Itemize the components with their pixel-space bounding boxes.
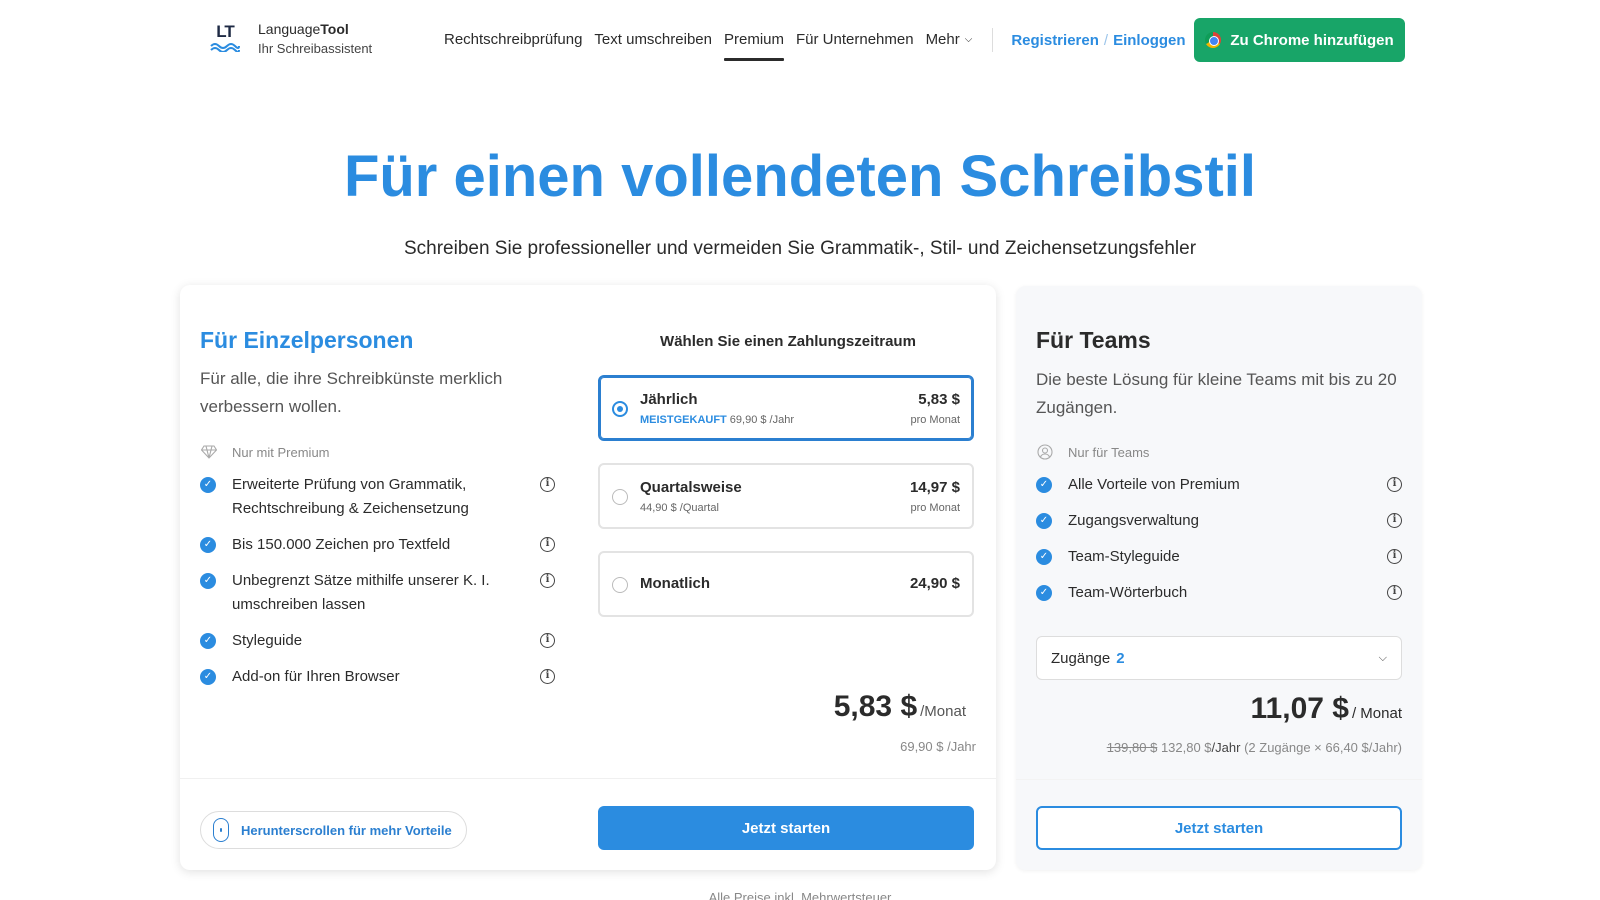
info-icon[interactable]: i: [540, 477, 555, 492]
info-icon[interactable]: i: [540, 633, 555, 648]
check-icon: ✓: [1036, 477, 1052, 493]
logo[interactable]: LT LanguageTool Ihr Schreibassistent: [210, 20, 372, 58]
premium-features-heading: Nur mit Premium: [200, 443, 330, 461]
chevron-down-icon: ⌵: [1378, 651, 1387, 664]
divider: [1016, 779, 1422, 780]
nav-more[interactable]: Mehr ⌵: [926, 28, 973, 52]
radio-unselected[interactable]: [612, 489, 628, 505]
info-icon[interactable]: i: [1387, 513, 1402, 528]
page-subtitle: Schreiben Sie professioneller und vermei…: [403, 238, 1197, 259]
diamond-icon: [200, 443, 218, 461]
info-icon[interactable]: i: [1387, 477, 1402, 492]
feature-item: ✓ Unbegrenzt Sätze mithilfe unserer K. I…: [200, 569, 555, 617]
check-icon: ✓: [200, 477, 216, 493]
start-button-individual[interactable]: Jetzt starten: [598, 806, 974, 850]
feature-item: ✓ Team-Styleguide i: [1036, 545, 1402, 569]
check-icon: ✓: [200, 669, 216, 685]
teams-price: 11,07 $ / Monat: [1250, 692, 1402, 725]
mouse-icon: [213, 818, 229, 842]
radio-selected[interactable]: [612, 401, 628, 417]
feature-item: ✓ Erweiterte Prüfung von Grammatik, Rech…: [200, 473, 555, 521]
divider: [180, 778, 996, 779]
check-icon: ✓: [200, 633, 216, 649]
bestseller-badge: MEISTGEKAUFT: [640, 414, 727, 426]
feature-item: ✓ Zugangsverwaltung i: [1036, 509, 1402, 533]
teams-price-breakdown: 139,80 $ 132,80 $/Jahr (2 Zugänge × 66,4…: [1106, 740, 1402, 755]
price-footnote: Alle Preise inkl. Mehrwertsteuer: [708, 890, 892, 900]
logo-icon: LT: [210, 23, 240, 55]
nav-spellcheck[interactable]: Rechtschreibprüfung: [444, 28, 582, 52]
plan-option-quarterly[interactable]: Quartalsweise 44,90 $ /Quartal 14,97 $ p…: [598, 463, 974, 529]
start-button-teams[interactable]: Jetzt starten: [1036, 806, 1402, 850]
total-price-yearly: 69,90 $ /Jahr: [900, 739, 976, 754]
nav-rewrite[interactable]: Text umschreiben: [594, 28, 712, 52]
check-icon: ✓: [1036, 549, 1052, 565]
payment-period-title: Wählen Sie einen Zahlungszeitraum: [660, 333, 916, 350]
info-icon[interactable]: i: [1387, 549, 1402, 564]
individual-plan-card: Für Einzelpersonen Für alle, die ihre Sc…: [180, 285, 996, 870]
check-icon: ✓: [1036, 513, 1052, 529]
teams-features-heading: Nur für Teams: [1036, 443, 1149, 461]
login-link[interactable]: Einloggen: [1113, 32, 1186, 49]
check-icon: ✓: [200, 573, 216, 589]
feature-item: ✓ Bis 150.000 Zeichen pro Textfeld i: [200, 533, 555, 557]
individual-feature-list: ✓ Erweiterte Prüfung von Grammatik, Rech…: [200, 473, 555, 701]
teams-plan-card: Für Teams Die beste Lösung für kleine Te…: [1016, 286, 1422, 870]
chrome-icon: [1205, 32, 1222, 48]
plan-option-yearly[interactable]: Jährlich MEISTGEKAUFT 69,90 $ /Jahr 5,83 …: [598, 375, 974, 441]
feature-item: ✓ Alle Vorteile von Premium i: [1036, 473, 1402, 497]
nav-business[interactable]: Für Unternehmen: [796, 28, 914, 52]
info-icon[interactable]: i: [540, 573, 555, 588]
scroll-hint-button[interactable]: Herunterscrollen für mehr Vorteile: [200, 811, 467, 849]
plan-option-monthly[interactable]: Monatlich 24,90 $: [598, 551, 974, 617]
brand-tagline: Ihr Schreibassistent: [258, 41, 373, 56]
register-link[interactable]: Registrieren: [1011, 32, 1099, 49]
info-icon[interactable]: i: [540, 669, 555, 684]
individual-heading: Für Einzelpersonen: [200, 327, 414, 353]
brand-name: LanguageTool: [258, 21, 349, 37]
chevron-down-icon: ⌵: [964, 34, 973, 45]
teams-description: Die beste Lösung für kleine Teams mit bi…: [1036, 370, 1397, 417]
teams-heading: Für Teams: [1036, 327, 1151, 353]
user-circle-icon: [1036, 443, 1054, 461]
feature-item: ✓ Styleguide i: [200, 629, 555, 653]
individual-description: Für alle, die ihre Schreibkünste merklic…: [200, 369, 503, 416]
site-header: LT LanguageTool Ihr Schreibassistent Rec…: [0, 0, 1600, 80]
check-icon: ✓: [200, 537, 216, 553]
add-to-chrome-button[interactable]: Zu Chrome hinzufügen: [1194, 18, 1405, 62]
main-nav: Rechtschreibprüfung Text umschreiben Pre…: [444, 28, 1186, 61]
seats-select[interactable]: Zugänge 2 ⌵: [1036, 636, 1402, 680]
feature-item: ✓ Add-on für Ihren Browser i: [200, 665, 555, 689]
auth-links: Registrieren / Einloggen: [1011, 31, 1186, 49]
radio-unselected[interactable]: [612, 577, 628, 593]
info-icon[interactable]: i: [1387, 585, 1402, 600]
nav-premium[interactable]: Premium: [723, 28, 785, 61]
nav-divider: [992, 28, 994, 52]
total-price: 5,83 $/Monat: [833, 690, 966, 723]
feature-item: ✓ Team-Wörterbuch i: [1036, 581, 1402, 605]
teams-feature-list: ✓ Alle Vorteile von Premium i ✓ Zugangsv…: [1036, 473, 1402, 617]
info-icon[interactable]: i: [540, 537, 555, 552]
page-title: Für einen vollendeten Schreibstil: [343, 144, 1257, 209]
check-icon: ✓: [1036, 585, 1052, 601]
